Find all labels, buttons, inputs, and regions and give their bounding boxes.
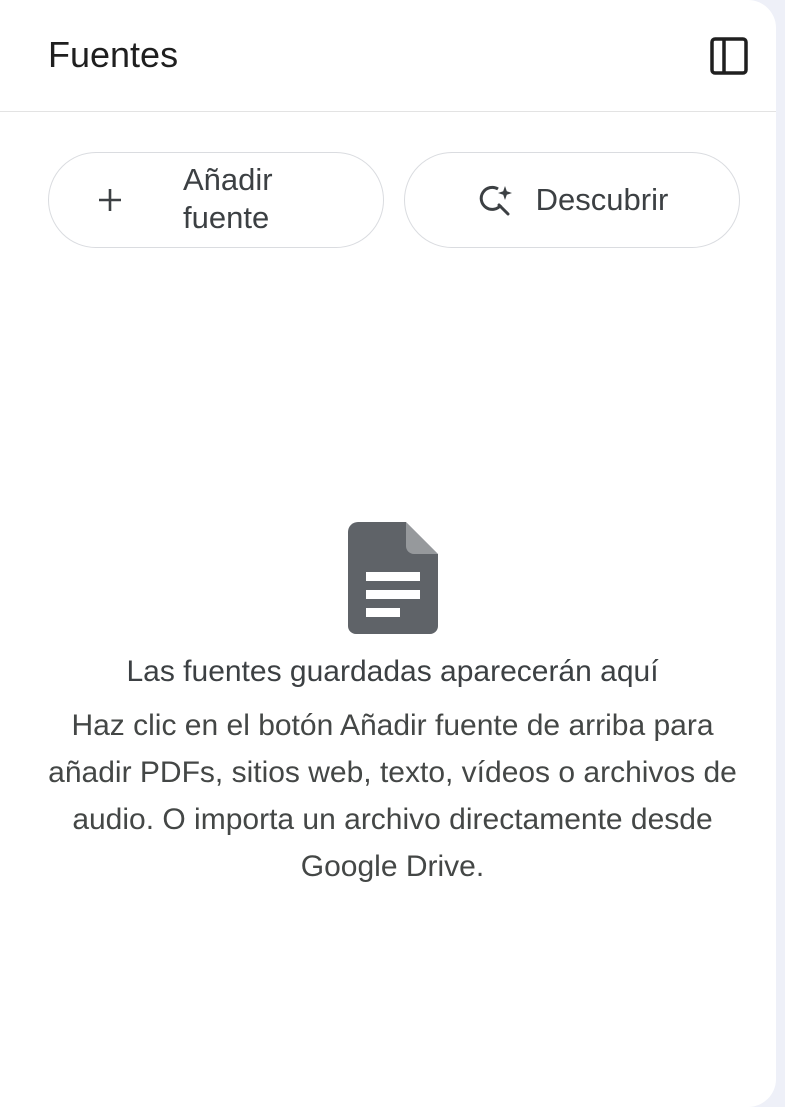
search-sparkle-icon (479, 185, 512, 216)
side-panel-icon (710, 37, 748, 75)
discover-button[interactable]: Descubrir (404, 152, 740, 248)
collapse-panel-button[interactable] (705, 32, 753, 80)
add-source-label-line1: Añadir (183, 162, 273, 197)
empty-state-description: Haz clic en el botón Añadir fuente de ar… (48, 709, 737, 883)
empty-state-title: Las fuentes guardadas aparecerán aquí (126, 655, 659, 688)
panel-header: Fuentes (0, 0, 776, 112)
discover-label: Descubrir (535, 182, 669, 217)
add-source-label-line2: fuente (183, 200, 270, 235)
document-icon (348, 522, 438, 634)
sources-panel: Fuentes Añadir fuente Descubrir Las fuen… (0, 0, 776, 1107)
add-source-label: Añadir fuente (183, 161, 333, 237)
add-source-button[interactable]: Añadir fuente (48, 152, 384, 248)
panel-title: Fuentes (48, 34, 179, 75)
plus-icon (99, 189, 121, 211)
source-actions: Añadir fuente Descubrir (48, 152, 740, 248)
